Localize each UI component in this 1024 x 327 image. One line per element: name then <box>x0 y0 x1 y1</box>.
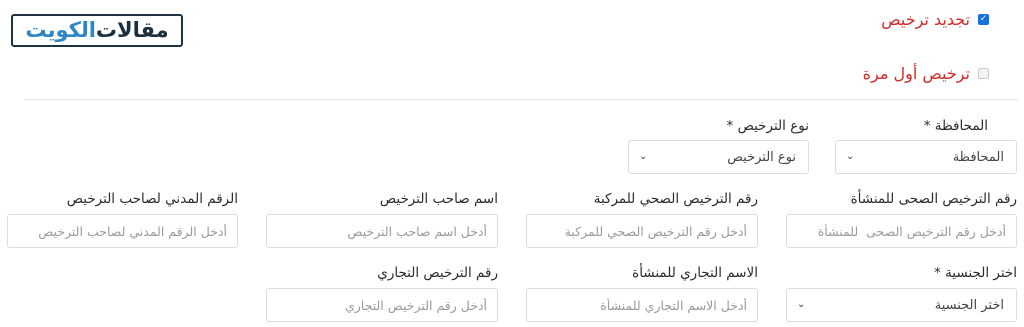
chevron-down-icon: ⌄ <box>846 151 855 162</box>
license-type-select[interactable]: نوع الترخيص ⌄ <box>628 140 809 174</box>
license-type-label: نوع الترخيص * <box>726 118 809 134</box>
health-license-input[interactable] <box>787 215 1016 247</box>
civil-id-label: الرقم المدني لصاحب الترخيص <box>66 191 238 207</box>
trade-license-field[interactable] <box>266 288 498 322</box>
license-type-selected-value: نوع الترخيص <box>727 149 796 165</box>
nationality-label: اختر الجنسية * <box>934 265 1017 281</box>
trade-license-input[interactable] <box>267 289 497 321</box>
first-license-option[interactable]: ترخيص أول مرة <box>863 64 989 83</box>
trade-license-label: رقم الترخيص التجاري <box>377 265 498 281</box>
renew-license-option[interactable]: ✓ تجديد ترخيص <box>881 10 989 29</box>
vehicle-license-input[interactable] <box>527 215 757 247</box>
owner-name-label: اسم صاحب الترخيص <box>379 191 498 207</box>
renew-license-checkbox[interactable]: ✓ <box>978 14 989 25</box>
vehicle-license-label: رقم الترخيص الصحي للمركبة <box>593 191 758 207</box>
first-license-label: ترخيص أول مرة <box>862 64 970 83</box>
trade-name-label: الاسم التجاري للمنشأة <box>632 265 758 281</box>
divider <box>24 99 1019 100</box>
vehicle-license-field[interactable] <box>526 214 758 248</box>
first-license-checkbox[interactable] <box>978 68 989 79</box>
health-license-label: رقم الترخيص الصحى للمنشأة <box>850 191 1017 207</box>
trade-name-field[interactable] <box>526 288 758 322</box>
civil-id-field[interactable] <box>7 214 238 248</box>
civil-id-input[interactable] <box>8 215 237 247</box>
nationality-selected-value: اختر الجنسية <box>934 297 1004 313</box>
owner-name-input[interactable] <box>267 215 497 247</box>
chevron-down-icon: ⌄ <box>639 151 648 162</box>
renew-license-label: تجديد ترخيص <box>881 10 970 29</box>
governorate-select[interactable]: المحافظة ⌄ <box>835 140 1017 174</box>
chevron-down-icon: ⌄ <box>797 299 806 310</box>
logo-text-part1: مقالات <box>95 18 169 42</box>
owner-name-field[interactable] <box>266 214 498 248</box>
site-logo: مقالات الكويت <box>11 14 183 47</box>
logo-text-part2: الكويت <box>25 18 96 42</box>
nationality-select[interactable]: اختر الجنسية ⌄ <box>786 288 1017 322</box>
governorate-selected-value: المحافظة <box>952 149 1004 165</box>
governorate-label: المحافظة * <box>923 118 988 134</box>
trade-name-input[interactable] <box>527 289 757 321</box>
health-license-field[interactable] <box>786 214 1017 248</box>
